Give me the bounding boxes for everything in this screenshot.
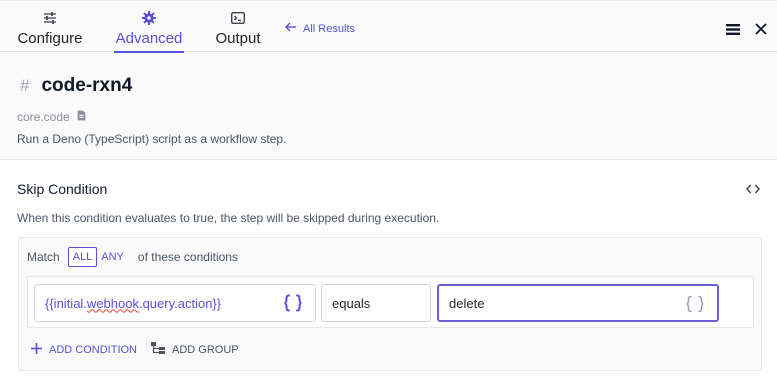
add-group-button[interactable]: ADD GROUP: [151, 342, 239, 357]
tab-bar: Configure Advanced Output All Results: [0, 0, 777, 53]
node-header: # code-rxn4 core.code Run a Deno (TypeSc…: [0, 53, 777, 160]
hash-icon: #: [20, 76, 30, 95]
copy-icon[interactable]: [77, 110, 86, 124]
all-results-label: All Results: [303, 22, 355, 35]
add-condition-button[interactable]: ADD CONDITION: [31, 342, 137, 357]
condition-rhs-input[interactable]: delete: [437, 284, 719, 322]
node-description: Run a Deno (TypeScript) script as a work…: [17, 132, 287, 146]
match-suffix: of these conditions: [137, 250, 238, 264]
tab-advanced-label: Advanced: [115, 30, 183, 47]
plus-icon: [31, 342, 42, 357]
condition-row: {{initial.webhook.query.action}} equals …: [27, 276, 754, 328]
condition-operator-value: equals: [332, 295, 371, 311]
match-row: Match ALL ANY of these conditions: [27, 247, 238, 267]
all-results-link[interactable]: All Results: [285, 22, 355, 35]
node-type-row: core.code: [17, 110, 86, 124]
match-all-option[interactable]: ALL: [67, 247, 98, 267]
skip-condition-title: Skip Condition: [17, 181, 108, 197]
node-title: code-rxn4: [41, 75, 133, 96]
condition-operator-select[interactable]: equals: [321, 284, 431, 322]
sliders-icon: [43, 11, 57, 25]
tab-output[interactable]: Output: [214, 1, 262, 53]
tab-output-label: Output: [215, 30, 261, 47]
skip-condition-section: Skip Condition When this condition evalu…: [0, 161, 777, 378]
code-toggle-icon[interactable]: [745, 181, 761, 197]
close-icon[interactable]: [753, 21, 769, 37]
gear-icon: [142, 11, 156, 25]
arrow-left-icon: [285, 22, 297, 35]
add-group-label: ADD GROUP: [172, 343, 239, 356]
add-actions: ADD CONDITION ADD GROUP: [31, 342, 239, 357]
tab-configure[interactable]: Configure: [16, 1, 84, 53]
match-any-option[interactable]: ANY: [97, 247, 128, 267]
condition-lhs-value: {{initial.webhook.query.action}}: [45, 295, 222, 311]
add-condition-label: ADD CONDITION: [49, 343, 137, 356]
match-label: Match: [27, 250, 60, 264]
condition-rhs-value: delete: [449, 295, 485, 311]
condition-lhs-input[interactable]: {{initial.webhook.query.action}}: [34, 284, 316, 322]
terminal-icon: [231, 11, 245, 25]
node-type: core.code: [17, 110, 70, 124]
tab-advanced[interactable]: Advanced: [114, 1, 184, 53]
tab-configure-label: Configure: [17, 30, 83, 47]
node-title-row: # code-rxn4: [20, 75, 132, 97]
skip-condition-description: When this condition evaluates to true, t…: [17, 211, 440, 225]
condition-group: Match ALL ANY of these conditions {{init…: [18, 237, 762, 371]
panel-actions: [725, 21, 769, 37]
expression-braces-icon[interactable]: [283, 294, 303, 315]
group-icon: [151, 342, 165, 357]
expression-braces-icon[interactable]: [685, 295, 705, 316]
hamburger-icon[interactable]: [725, 21, 741, 37]
